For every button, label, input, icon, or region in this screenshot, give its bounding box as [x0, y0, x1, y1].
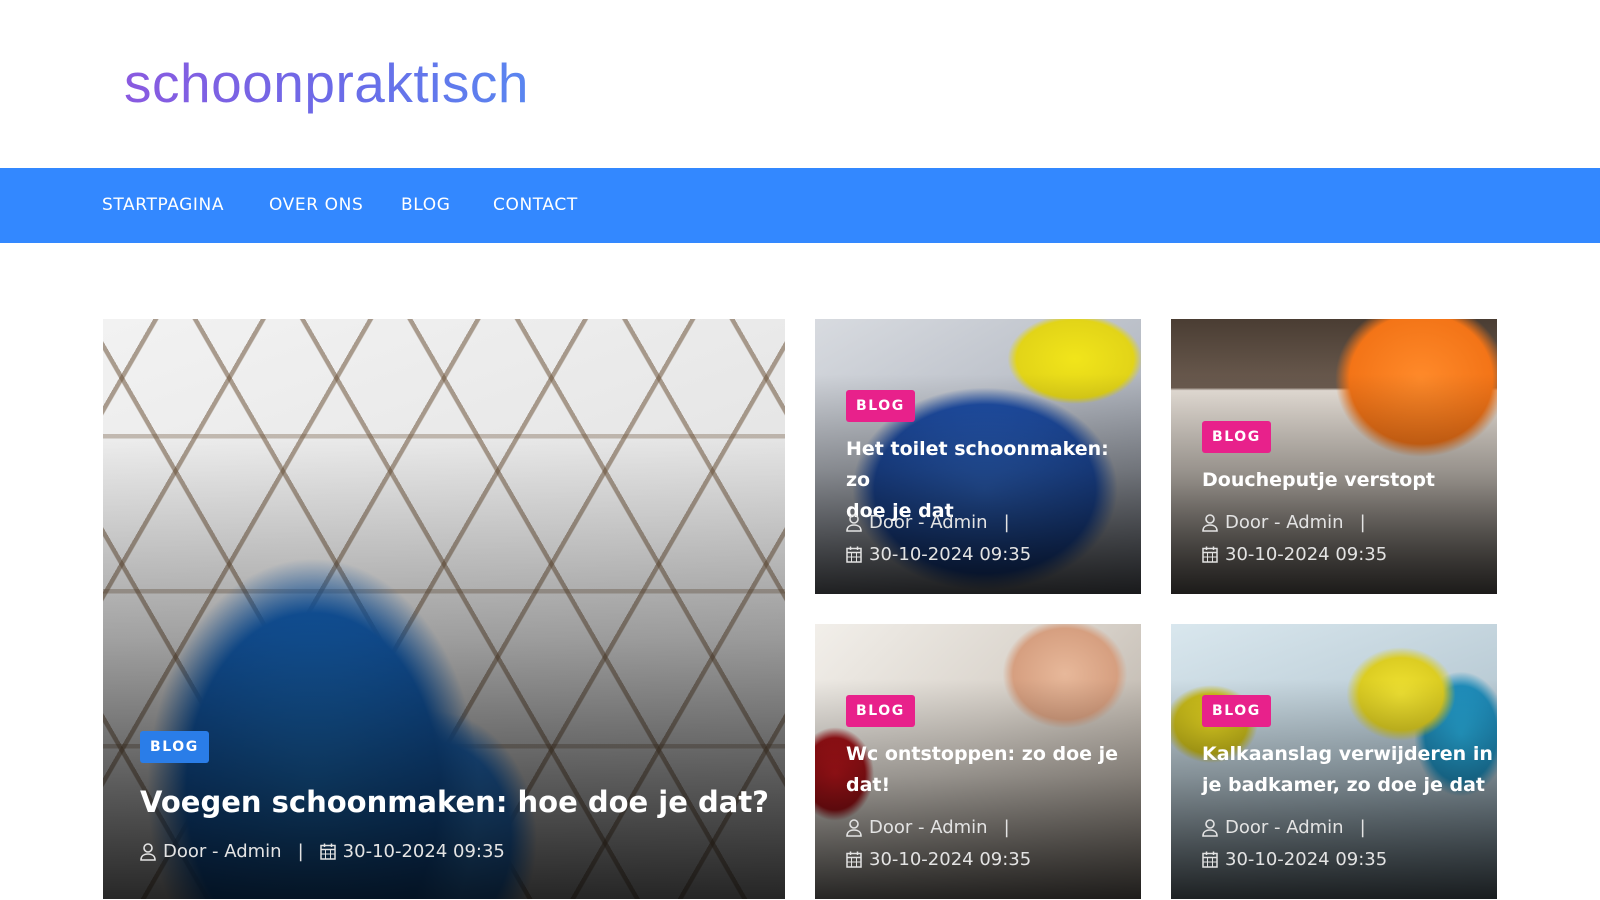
post-title[interactable]: Doucheputje verstopt [1202, 465, 1492, 496]
post-card[interactable]: BLOG Kalkaanslag verwijderen in je badka… [1171, 624, 1497, 899]
meta-separator: | [1003, 817, 1010, 838]
post-author[interactable]: Door - Admin [1225, 512, 1344, 533]
post-author[interactable]: Door - Admin [869, 512, 988, 533]
post-meta: Door - Admin | [846, 817, 1010, 838]
post-date: 30-10-2024 09:35 [869, 544, 1032, 565]
post-card[interactable]: BLOG Wc ontstoppen: zo doe je dat! Door … [815, 624, 1141, 899]
post-title-line[interactable]: dat! [846, 770, 1136, 801]
nav-item-over-ons[interactable]: OVER ONS [269, 168, 363, 243]
category-badge[interactable]: BLOG [846, 390, 915, 422]
user-icon [140, 842, 156, 861]
category-badge[interactable]: BLOG [140, 731, 209, 763]
post-title-line[interactable]: Doucheputje verstopt [1202, 465, 1492, 496]
post-date: 30-10-2024 09:35 [1225, 849, 1388, 870]
post-date-row: 30-10-2024 09:35 [846, 849, 1031, 870]
category-badge[interactable]: BLOG [1202, 421, 1271, 453]
post-meta: Door - Admin | 30-10-2024 09:35 [140, 841, 505, 862]
calendar-icon [1202, 851, 1218, 868]
featured-post-title[interactable]: Voegen schoonmaken: hoe doe je dat? [140, 783, 770, 821]
meta-separator: | [1359, 817, 1366, 838]
post-meta: Door - Admin | [846, 512, 1010, 533]
meta-separator: | [1003, 512, 1010, 533]
post-meta: Door - Admin | [1202, 817, 1366, 838]
site-header: schoonpraktisch [0, 0, 1600, 168]
post-title-line[interactable]: je badkamer, zo doe je dat [1202, 770, 1497, 801]
category-badge[interactable]: BLOG [846, 695, 915, 727]
post-title-line[interactable]: Het toilet schoonmaken: zo [846, 434, 1136, 496]
post-card[interactable]: BLOG Het toilet schoonmaken: zo doe je d… [815, 319, 1141, 594]
meta-separator: | [1359, 512, 1366, 533]
post-date-row: 30-10-2024 09:35 [846, 544, 1031, 565]
post-title-line[interactable]: Wc ontstoppen: zo doe je [846, 739, 1136, 770]
post-date: 30-10-2024 09:35 [1225, 544, 1388, 565]
post-author[interactable]: Door - Admin [1225, 817, 1344, 838]
nav-item-contact[interactable]: CONTACT [493, 168, 578, 243]
post-date-row: 30-10-2024 09:35 [1202, 544, 1387, 565]
post-title[interactable]: Wc ontstoppen: zo doe je dat! [846, 739, 1136, 801]
post-date-row: 30-10-2024 09:35 [1202, 849, 1387, 870]
category-badge[interactable]: BLOG [1202, 695, 1271, 727]
post-title-line[interactable]: Kalkaanslag verwijderen in [1202, 739, 1497, 770]
post-author[interactable]: Door - Admin [163, 841, 282, 862]
calendar-icon [319, 843, 336, 860]
user-icon [1202, 818, 1218, 837]
post-date: 30-10-2024 09:35 [869, 849, 1032, 870]
calendar-icon [846, 546, 862, 563]
post-title[interactable]: Kalkaanslag verwijderen in je badkamer, … [1202, 739, 1497, 801]
post-date: 30-10-2024 09:35 [342, 841, 505, 862]
nav-item-startpagina[interactable]: STARTPAGINA [102, 168, 224, 243]
user-icon [1202, 513, 1218, 532]
site-logo[interactable]: schoonpraktisch [124, 50, 529, 116]
main-nav: STARTPAGINA OVER ONS BLOG CONTACT [0, 168, 1600, 243]
post-meta: Door - Admin | [1202, 512, 1366, 533]
calendar-icon [846, 851, 862, 868]
post-author[interactable]: Door - Admin [869, 817, 988, 838]
post-card[interactable]: BLOG Doucheputje verstopt Door - Admin |… [1171, 319, 1497, 594]
featured-post-card[interactable]: BLOG Voegen schoonmaken: hoe doe je dat?… [103, 319, 785, 899]
user-icon [846, 513, 862, 532]
user-icon [846, 818, 862, 837]
nav-item-blog[interactable]: BLOG [401, 168, 450, 243]
meta-separator: | [297, 841, 304, 862]
calendar-icon [1202, 546, 1218, 563]
